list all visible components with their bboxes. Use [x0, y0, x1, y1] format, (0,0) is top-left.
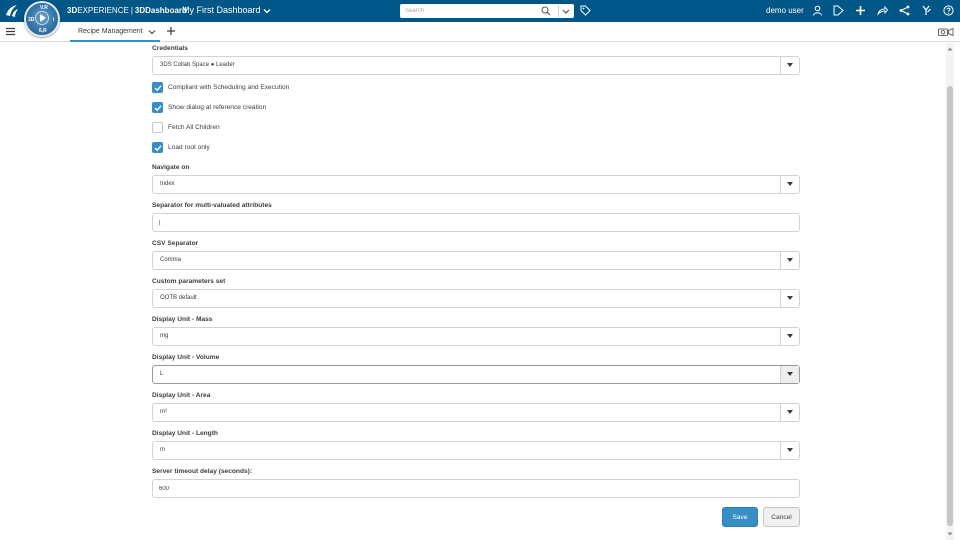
dropdown-button[interactable]	[780, 328, 799, 345]
unit-area-value: m²	[160, 409, 167, 415]
unit-volume-value: L	[160, 371, 164, 377]
dropdown-button[interactable]	[780, 252, 799, 269]
caret-down-icon	[787, 63, 793, 67]
compass-left-label: 3D	[28, 17, 35, 23]
forward-icon[interactable]	[877, 5, 888, 16]
top-bar: V.R 3D i 6,R 3DEXPERIENCE | 3DDashboard My…	[0, 0, 960, 37]
compass-bottom-label: 6,R	[39, 28, 47, 34]
camera-icon[interactable]	[938, 27, 954, 37]
menu-icon[interactable]	[6, 27, 15, 36]
caret-down-icon	[787, 258, 793, 262]
search-box	[400, 4, 574, 18]
checkbox-compliant-scheduling[interactable]	[152, 82, 163, 93]
dashboard-title-menu[interactable]: My First Dashboard	[182, 5, 271, 15]
dropdown-button[interactable]	[780, 176, 799, 193]
unit-length-label: Display Unit - Length	[152, 430, 218, 437]
checkbox-label: Load root only	[168, 144, 210, 151]
credentials-label: Credentials	[152, 45, 188, 52]
dropdown-button[interactable]	[780, 57, 799, 74]
checkbox-label: Show dialog at reference creation	[168, 104, 267, 111]
credentials-select[interactable]: 3DS Collab Space ● Leader	[152, 56, 800, 75]
tab-recipe-management[interactable]: Recipe Management	[70, 22, 160, 42]
user-icon[interactable]	[812, 5, 823, 16]
dropdown-button[interactable]	[780, 404, 799, 421]
unit-area-label: Display Unit - Area	[152, 392, 211, 399]
dropdown-button[interactable]	[780, 366, 799, 383]
caret-down-icon	[787, 448, 793, 452]
caret-down-icon	[787, 410, 793, 414]
checkbox-load-root-only[interactable]	[152, 142, 163, 153]
caret-down-icon	[787, 296, 793, 300]
chevron-down-icon	[263, 8, 271, 14]
checkbox-label: Fetch All Children	[168, 124, 220, 131]
checkmark-icon	[154, 145, 162, 152]
timeout-input[interactable]	[152, 479, 800, 498]
credentials-value: 3DS Collab Space ● Leader	[160, 62, 235, 68]
brand-title: 3DEXPERIENCE | 3DDashboard	[67, 6, 187, 15]
add-icon[interactable]	[855, 5, 866, 16]
cancel-button[interactable]: Cancel	[763, 507, 800, 527]
help-icon[interactable]	[943, 5, 954, 16]
caret-down-icon	[787, 334, 793, 338]
navigate-on-value: Index	[160, 181, 175, 187]
unit-volume-select[interactable]: L	[152, 365, 800, 384]
checkbox-show-dialog[interactable]	[152, 102, 163, 113]
checkmark-icon	[154, 105, 162, 112]
unit-mass-value: mg	[160, 333, 169, 339]
unit-volume-label: Display Unit - Volume	[152, 354, 220, 361]
scrollbar-thumb[interactable]	[947, 86, 953, 526]
search-dropdown[interactable]	[558, 5, 572, 17]
tab-label: Recipe Management	[78, 28, 143, 35]
custom-params-value: OOTB default	[160, 295, 197, 301]
save-button[interactable]: Save	[722, 507, 758, 527]
checkmark-icon	[154, 85, 162, 92]
chevron-down-icon	[562, 9, 570, 14]
csv-separator-label: CSV Separator	[152, 240, 199, 247]
user-name[interactable]: demo user	[766, 6, 804, 15]
unit-length-select[interactable]: m	[152, 441, 800, 460]
network-icon[interactable]	[899, 5, 910, 16]
brand-prefix: 3D	[67, 6, 78, 15]
compass-play-icon	[40, 14, 46, 22]
checkbox-fetch-all-children[interactable]	[152, 122, 163, 133]
search-icon[interactable]	[541, 6, 551, 16]
separator-label: Separator for multi-valuated attributes	[152, 202, 272, 209]
share-tag-icon[interactable]	[833, 5, 844, 16]
csv-separator-select[interactable]: Comma	[152, 251, 800, 270]
caret-down-icon	[787, 182, 793, 186]
separator-input[interactable]	[152, 213, 800, 232]
unit-mass-select[interactable]: mg	[152, 327, 800, 346]
navigate-on-select[interactable]: Index	[152, 175, 800, 194]
custom-params-label: Custom parameters set	[152, 278, 226, 285]
apps-icon[interactable]	[921, 5, 932, 16]
dashboard-title: My First Dashboard	[182, 5, 261, 15]
timeout-label: Server timeout delay (seconds):	[152, 468, 253, 475]
dropdown-button[interactable]	[780, 442, 799, 459]
tab-bar: Recipe Management	[0, 22, 960, 42]
compass-right-label: i	[53, 17, 55, 23]
checkbox-label: Compliant with Scheduling and Execution	[168, 84, 290, 91]
search-input[interactable]	[400, 4, 538, 18]
add-tab-icon[interactable]	[166, 26, 176, 36]
csv-separator-value: Comma	[160, 257, 182, 263]
scroll-down-icon[interactable]	[947, 531, 953, 537]
ds-logo-icon[interactable]	[4, 3, 20, 19]
navigate-on-label: Navigate on	[152, 164, 190, 171]
unit-area-select[interactable]: m²	[152, 403, 800, 422]
unit-mass-label: Display Unit - Mass	[152, 316, 213, 323]
dropdown-button[interactable]	[780, 290, 799, 307]
tag-icon[interactable]	[580, 5, 591, 16]
brand-app: 3DDashboard	[134, 6, 187, 15]
caret-down-icon	[787, 372, 793, 376]
compass-button[interactable]: V.R 3D i 6,R	[24, 1, 60, 37]
unit-length-value: m	[160, 447, 165, 453]
custom-params-select[interactable]: OOTB default	[152, 289, 800, 308]
scroll-up-icon[interactable]	[947, 46, 953, 52]
brand-separator: |	[130, 6, 133, 15]
brand-name: EXPERIENCE	[77, 6, 129, 15]
chevron-down-icon[interactable]	[148, 28, 156, 36]
